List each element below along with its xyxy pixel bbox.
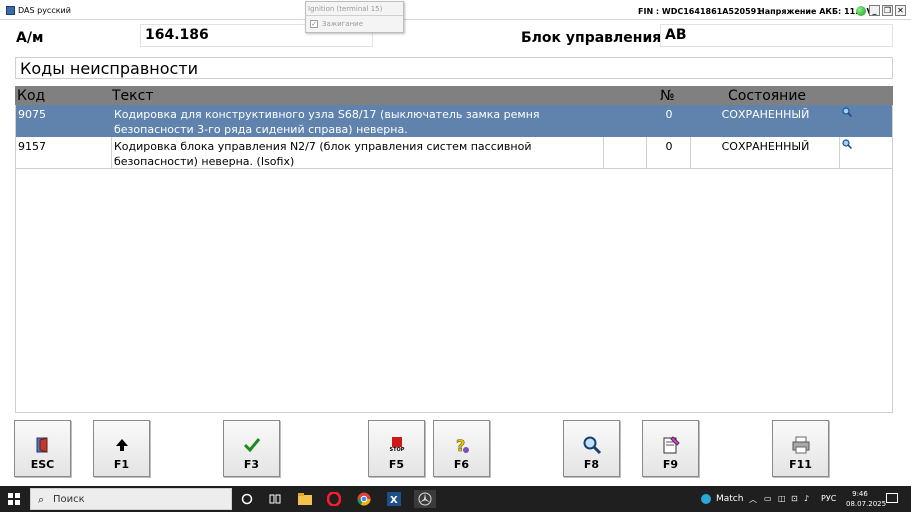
fault-code: 9075 (18, 108, 46, 121)
volume-icon[interactable]: ♪ (804, 494, 809, 503)
fault-code-table: 9075 Кодировка для конструктивного узла … (15, 105, 893, 413)
f11-button[interactable]: F11 (772, 420, 829, 477)
f5-button[interactable]: STOP F5 (368, 420, 425, 477)
task-view-icon[interactable] (266, 490, 284, 508)
fault-state: СОХРАНЕННЫЙ (721, 140, 810, 153)
fault-state: СОХРАНЕННЫЙ (721, 108, 810, 121)
table-header: Код Текст № Состояние (15, 86, 893, 105)
ecu-field: AB (660, 24, 893, 47)
search-magnifier-icon (582, 435, 602, 455)
checkmark-icon (242, 435, 262, 455)
section-title: Коды неисправности (15, 57, 893, 79)
f8-label: F8 (583, 458, 600, 471)
ignition-checkbox[interactable]: ✓ (310, 20, 318, 28)
table-row[interactable]: 9157 Кодировка блока управления N2/7 (бл… (16, 137, 892, 169)
notification-icon[interactable] (886, 493, 898, 503)
function-key-toolbar: ESC F1 F3 STOP F5 ? F6 F8 F9 F11 (0, 414, 911, 486)
title-bar: DAS русский FIN : WDC1641861A520591 Напр… (0, 0, 911, 20)
das-logo-icon (6, 6, 15, 15)
f6-label: F6 (453, 458, 470, 471)
printer-icon (791, 435, 811, 455)
weather-text[interactable]: Match (716, 494, 743, 504)
language-indicator[interactable]: РУС (821, 494, 836, 503)
report-edit-icon (661, 435, 681, 455)
ecu-label: Блок управления (521, 30, 662, 46)
monitor-icon[interactable]: ◫ (778, 494, 786, 503)
f11-label: F11 (789, 458, 812, 471)
search-placeholder: Поиск (53, 494, 85, 505)
search-icon: ⌕ (38, 493, 45, 506)
magnifier-icon[interactable] (842, 139, 852, 149)
divider (16, 168, 892, 169)
search-input[interactable]: ⌕ Поиск (30, 488, 232, 510)
clock-date: 08.07.2025 (846, 500, 887, 508)
fault-text: Кодировка для конструктивного узла S68/1… (114, 108, 540, 136)
fault-code: 9157 (18, 140, 46, 153)
ignition-checkbox-label: Зажигание (322, 20, 364, 28)
cortana-circle-icon[interactable] (238, 490, 256, 508)
svg-text:X: X (390, 495, 398, 506)
fault-count: 0 (665, 140, 673, 153)
ignition-popup-title: Ignition (terminal 15) (308, 5, 383, 13)
tray-chevron-icon[interactable]: ︿ (749, 494, 757, 505)
stop-text: STOP (389, 446, 405, 453)
magnifier-icon[interactable] (842, 107, 852, 117)
weather-icon[interactable] (697, 490, 715, 508)
divider (306, 15, 403, 16)
esc-button[interactable]: ESC (14, 420, 71, 477)
chrome-icon[interactable] (355, 490, 373, 508)
svg-text:?: ? (456, 436, 465, 455)
network-icon[interactable]: ⊡ (791, 494, 798, 503)
f1-button[interactable]: F1 (93, 420, 150, 477)
esc-label: ESC (30, 458, 55, 471)
stop-icon: STOP (387, 435, 407, 455)
ignition-popup: Ignition (terminal 15) ✓ Зажигание (305, 1, 404, 33)
f5-label: F5 (388, 458, 405, 471)
app-title-text: DAS русский (18, 6, 71, 15)
f6-button[interactable]: ? F6 (433, 420, 490, 477)
vehicle-label: А/м (16, 30, 44, 46)
f8-button[interactable]: F8 (563, 420, 620, 477)
windows-start-icon[interactable] (8, 493, 20, 505)
column-header-code: Код (17, 88, 46, 104)
arrow-up-icon (112, 435, 132, 455)
xentry-app-icon[interactable]: X (385, 490, 403, 508)
help-question-icon: ? (452, 435, 472, 455)
f3-label: F3 (243, 458, 260, 471)
taskbar: ⌕ Поиск X Match ︿ ▭ ◫ ⊡ ♪ РУС 9:46 08.07… (0, 486, 911, 512)
clock-time: 9:46 (852, 490, 868, 498)
f3-button[interactable]: F3 (223, 420, 280, 477)
app-title: DAS русский (6, 6, 71, 15)
vin-readout: FIN : WDC1641861A520591 (638, 7, 762, 16)
battery-icon[interactable]: ▭ (764, 494, 772, 503)
column-header-state: Состояние (728, 88, 807, 104)
f1-label: F1 (113, 458, 130, 471)
file-explorer-icon[interactable] (296, 490, 314, 508)
f9-label: F9 (662, 458, 679, 471)
restore-button[interactable]: ❐ (882, 5, 893, 16)
status-ok-icon (856, 6, 866, 16)
fault-text: Кодировка блока управления N2/7 (блок уп… (114, 140, 532, 168)
divider (603, 137, 604, 169)
divider (839, 137, 840, 169)
column-header-num: № (660, 88, 675, 104)
das-star-app-icon[interactable] (414, 490, 436, 508)
f9-button[interactable]: F9 (642, 420, 699, 477)
column-header-text: Текст (112, 88, 154, 104)
clock[interactable]: 9:46 08.07.2025 (846, 489, 887, 509)
close-button[interactable]: ✕ (895, 5, 906, 16)
exit-door-icon (33, 435, 53, 455)
minimize-button[interactable]: _ (869, 5, 880, 16)
table-row[interactable]: 9075 Кодировка для конструктивного узла … (16, 105, 892, 137)
fault-count: 0 (665, 108, 673, 121)
opera-icon[interactable] (325, 490, 343, 508)
